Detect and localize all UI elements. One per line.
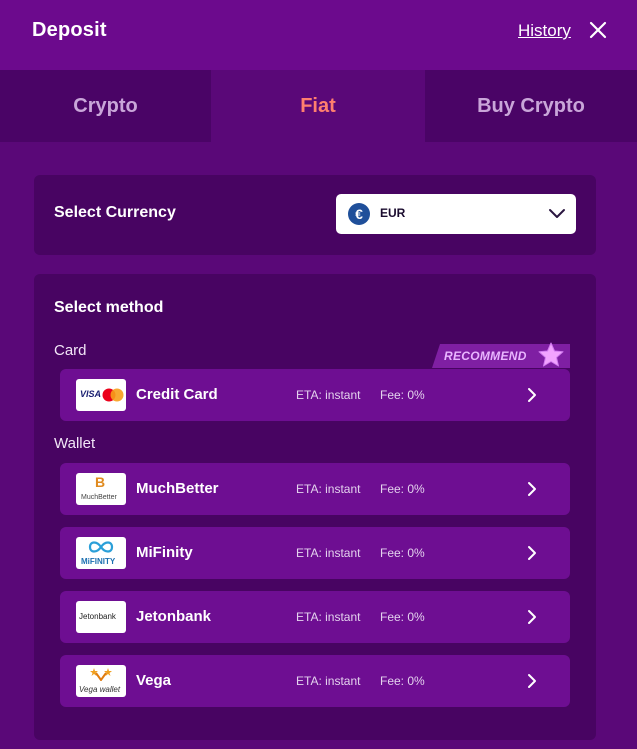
method-name: MiFinity xyxy=(136,544,193,561)
tab-bar: Crypto Fiat Buy Crypto xyxy=(0,70,637,142)
vega-mark-icon xyxy=(90,668,112,681)
infinity-icon xyxy=(88,541,114,553)
method-eta: ETA: instant xyxy=(296,388,361,402)
chevron-down-icon xyxy=(549,209,565,218)
method-name: Credit Card xyxy=(136,386,218,403)
vega-logo-text: Vega wallet xyxy=(79,685,121,694)
chevron-right-icon xyxy=(528,482,536,496)
mifinity-logo-text: MiFINITY xyxy=(81,557,116,566)
method-fee: Fee: 0% xyxy=(380,610,425,624)
method-row-muchbetter[interactable]: B MuchBetter MuchBetter ETA: instant Fee… xyxy=(60,463,570,515)
chevron-right-icon xyxy=(528,388,536,402)
method-row-credit-card[interactable]: VISA Credit Card ETA: instant Fee: 0% xyxy=(60,369,570,421)
method-title: Select method xyxy=(54,299,164,316)
jetonbank-logo: Jetonbank xyxy=(76,601,126,633)
muchbetter-logo: B MuchBetter xyxy=(76,473,126,505)
method-fee: Fee: 0% xyxy=(380,674,425,688)
method-row-mifinity[interactable]: MiFINITY MiFinity ETA: instant Fee: 0% xyxy=(60,527,570,579)
mifinity-logo: MiFINITY xyxy=(76,537,126,569)
wallet-group-label: Wallet xyxy=(54,435,96,452)
euro-icon: € xyxy=(348,203,370,225)
method-panel: Select method Card RECOMMEND VISA Credit… xyxy=(34,274,596,740)
recommend-label: RECOMMEND xyxy=(444,349,527,363)
jetonbank-logo-text: Jetonbank xyxy=(79,612,116,621)
method-name: Jetonbank xyxy=(136,608,212,625)
currency-label: Select Currency xyxy=(54,204,176,221)
method-fee: Fee: 0% xyxy=(380,482,425,496)
history-link[interactable]: History xyxy=(518,21,571,41)
page-title: Deposit xyxy=(32,19,107,41)
method-row-jetonbank[interactable]: Jetonbank Jetonbank ETA: instant Fee: 0% xyxy=(60,591,570,643)
method-eta: ETA: instant xyxy=(296,674,361,688)
tab-fiat[interactable]: Fiat xyxy=(211,70,425,142)
star-icon xyxy=(538,342,564,367)
method-name: MuchBetter xyxy=(136,480,219,497)
method-eta: ETA: instant xyxy=(296,482,361,496)
currency-value: EUR xyxy=(380,206,406,220)
card-group-label: Card xyxy=(54,342,87,359)
method-fee: Fee: 0% xyxy=(380,546,425,560)
chevron-right-icon xyxy=(528,610,536,624)
method-row-vega[interactable]: Vega wallet Vega ETA: instant Fee: 0% xyxy=(60,655,570,707)
visa-logo-text: VISA xyxy=(80,389,102,399)
mastercard-icon xyxy=(102,388,124,402)
header: Deposit History xyxy=(0,0,637,70)
muchbetter-logo-text: MuchBetter xyxy=(81,494,117,501)
recommend-badge: RECOMMEND xyxy=(432,342,570,368)
currency-select[interactable]: € EUR xyxy=(336,194,576,234)
method-eta: ETA: instant xyxy=(296,546,361,560)
tab-crypto[interactable]: Crypto xyxy=(0,70,211,142)
chevron-right-icon xyxy=(528,546,536,560)
method-name: Vega xyxy=(136,672,172,689)
method-eta: ETA: instant xyxy=(296,610,361,624)
muchbetter-mark-icon: B xyxy=(95,474,106,490)
vega-logo: Vega wallet xyxy=(76,665,126,697)
tab-buy-crypto[interactable]: Buy Crypto xyxy=(425,70,637,142)
close-icon[interactable] xyxy=(588,20,608,40)
chevron-right-icon xyxy=(528,674,536,688)
method-fee: Fee: 0% xyxy=(380,388,425,402)
visa-mastercard-logo: VISA xyxy=(76,379,126,411)
currency-panel: Select Currency € EUR xyxy=(34,175,596,255)
